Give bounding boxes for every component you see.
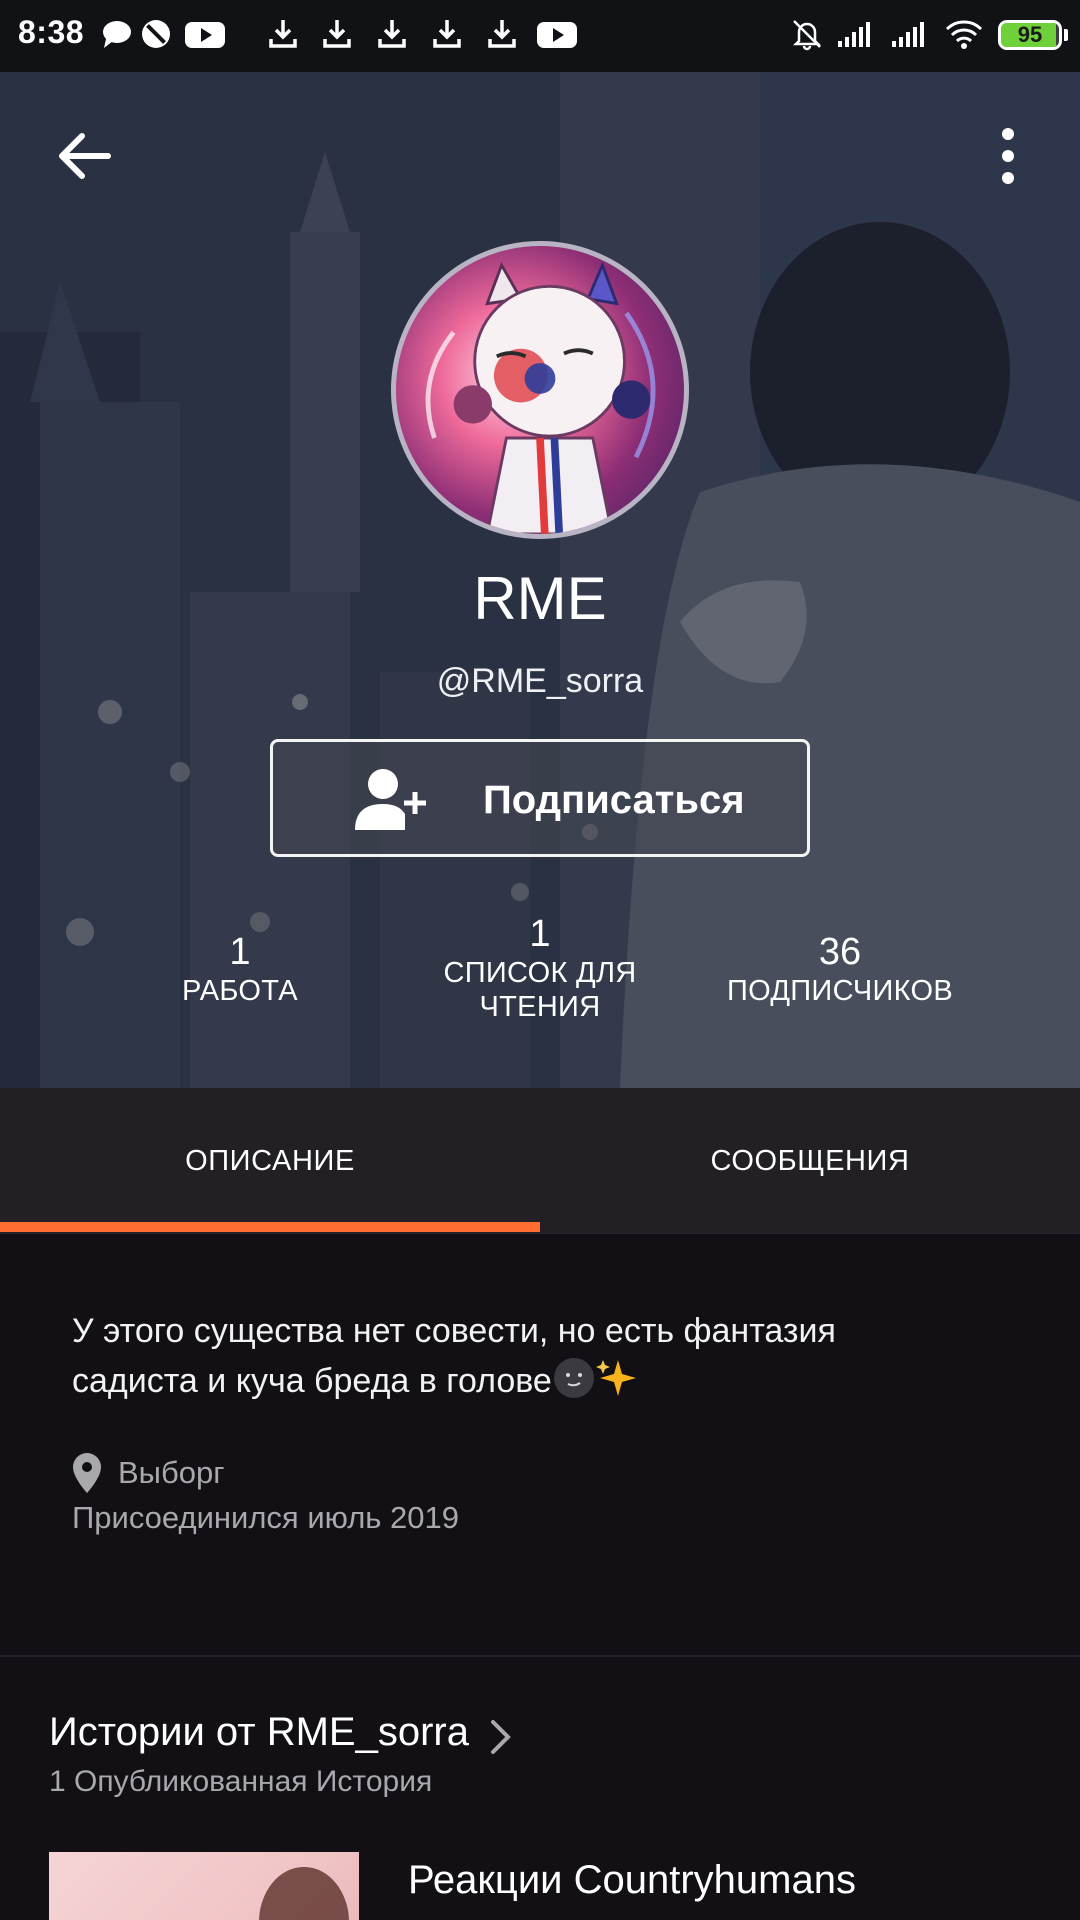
more-options-icon[interactable] xyxy=(985,124,1035,188)
back-arrow-icon[interactable] xyxy=(52,124,116,188)
status-time: 8:38 xyxy=(18,14,85,50)
tab-description[interactable]: ОПИСАНИЕ xyxy=(0,1088,540,1234)
download-icon xyxy=(488,20,516,48)
profile-display-name: RME xyxy=(473,565,607,632)
story-cover-art xyxy=(259,1867,349,1920)
chevron-right-icon[interactable] xyxy=(488,1717,514,1757)
signal-icon xyxy=(838,22,870,47)
stat-followers[interactable]: 36 ПОДПИСЧИКОВ xyxy=(700,930,980,1008)
stat-followers-value: 36 xyxy=(818,931,862,973)
avatar[interactable] xyxy=(391,241,689,539)
stat-reading-lists-label: СПИСОК ДЛЯ ЧТЕНИЯ xyxy=(443,957,637,1023)
active-tab-indicator xyxy=(0,1222,540,1232)
story-cover-image[interactable] xyxy=(49,1852,359,1920)
follow-button[interactable]: Подписаться xyxy=(270,739,810,857)
section-divider xyxy=(0,1655,1080,1657)
sparkles-emoji-icon xyxy=(595,1360,636,1396)
location-pin-icon xyxy=(73,1453,101,1493)
stat-followers-label: ПОДПИСЧИКОВ xyxy=(726,975,953,1007)
youtube-icon xyxy=(185,22,225,48)
status-bar: 8:38 95 xyxy=(0,0,1080,72)
profile-screen: 8:38 95 RME @RME_sorra Подписаться 1 РАБ… xyxy=(0,0,1080,1920)
battery-icon: 95 xyxy=(998,20,1062,50)
battery-percentage: 95 xyxy=(1017,22,1043,47)
joined-date: Присоединился июль 2019 xyxy=(72,1500,460,1535)
stat-reading-lists-value: 1 xyxy=(529,913,551,955)
stat-works-value: 1 xyxy=(229,931,251,973)
profile-tabs: ОПИСАНИЕ СООБЩЕНИЯ xyxy=(0,1088,1080,1234)
bio-line-2: садиста и куча бреда в голове xyxy=(72,1362,552,1400)
profile-username: @RME_sorra xyxy=(436,662,644,700)
location-text: Выборг xyxy=(118,1455,225,1490)
follow-button-label: Подписаться xyxy=(483,778,745,822)
youtube-icon xyxy=(537,22,577,48)
stat-reading-lists[interactable]: 1 СПИСОК ДЛЯ ЧТЕНИЯ xyxy=(420,912,660,1024)
download-icon xyxy=(433,20,461,48)
avatar-image xyxy=(425,261,656,534)
story-title[interactable]: Реакции Countryhumans xyxy=(408,1858,856,1903)
stat-works-label: РАБОТА xyxy=(182,975,298,1007)
tab-messages[interactable]: СООБЩЕНИЯ xyxy=(540,1088,1080,1234)
profile-bio: У этого существа нет совести, но есть фа… xyxy=(72,1306,1002,1406)
message-icon xyxy=(103,21,131,48)
blocked-icon xyxy=(142,20,170,48)
bio-line-1: У этого существа нет совести, но есть фа… xyxy=(72,1312,836,1350)
stories-heading[interactable]: Истории от RME_sorra xyxy=(49,1710,469,1755)
battery-cap xyxy=(1064,29,1068,41)
bell-off-icon xyxy=(792,20,822,51)
download-icon xyxy=(269,20,297,48)
add-user-icon xyxy=(355,769,426,830)
download-icon xyxy=(378,20,406,48)
wifi-icon xyxy=(945,20,983,49)
profile-header: RME @RME_sorra Подписаться 1 РАБОТА 1 СП… xyxy=(0,72,1080,1088)
signal-icon xyxy=(892,22,924,47)
stat-works[interactable]: 1 РАБОТА xyxy=(140,930,340,1008)
moon-face-emoji-icon xyxy=(553,1358,594,1398)
download-icon xyxy=(323,20,351,48)
about-section: У этого существа нет совести, но есть фа… xyxy=(0,1234,1080,1654)
stories-count: 1 Опубликованная История xyxy=(49,1765,433,1798)
